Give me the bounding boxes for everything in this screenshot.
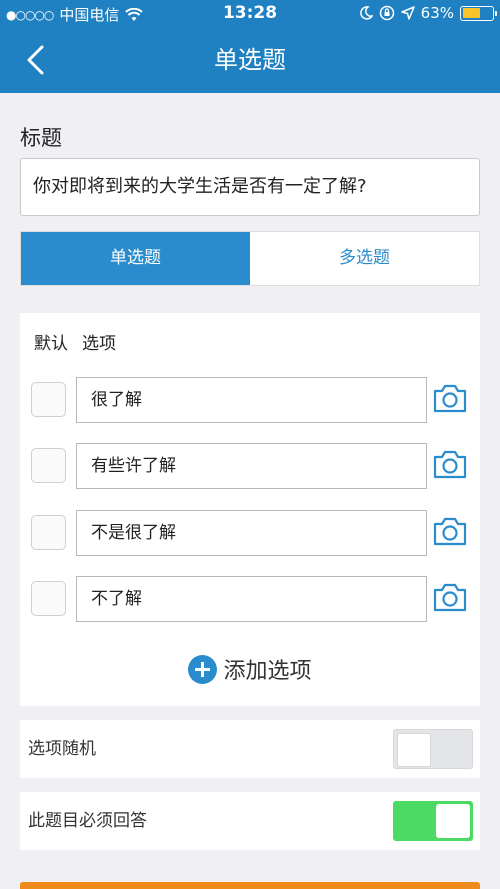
orientation-lock-icon bbox=[379, 5, 394, 21]
status-bar: ●○○○○ 中国电信 13:28 63% bbox=[0, 0, 500, 27]
options-panel: 默认 选项 很了解 有些许了解 不是很了解 不了解 添加选项 bbox=[20, 313, 480, 706]
moon-icon bbox=[359, 6, 373, 20]
default-checkbox[interactable] bbox=[31, 382, 66, 417]
battery-percent: 63% bbox=[420, 4, 454, 22]
back-chevron-icon[interactable] bbox=[18, 42, 54, 78]
battery-fill bbox=[462, 8, 481, 18]
required-answer-row: 此题目必须回答 bbox=[20, 792, 480, 850]
option-input[interactable]: 很了解 bbox=[76, 377, 427, 423]
location-arrow-icon bbox=[400, 6, 415, 20]
tab-single-choice[interactable]: 单选题 bbox=[21, 232, 250, 285]
default-checkbox[interactable] bbox=[31, 515, 66, 550]
options-header: 默认 选项 bbox=[34, 329, 116, 354]
camera-icon[interactable] bbox=[432, 382, 468, 414]
toggle-knob bbox=[397, 733, 431, 767]
option-input[interactable]: 不是很了解 bbox=[76, 510, 427, 556]
toggle-knob bbox=[436, 804, 470, 838]
option-row: 不了解 bbox=[20, 576, 480, 624]
option-input[interactable]: 有些许了解 bbox=[76, 443, 427, 489]
camera-icon[interactable] bbox=[432, 515, 468, 547]
page-title: 单选题 bbox=[214, 46, 286, 74]
question-title-input[interactable]: 你对即将到来的大学生活是否有一定了解? bbox=[20, 158, 480, 216]
default-column-label: 默认 bbox=[34, 334, 68, 354]
navigation-bar: 单选题 bbox=[0, 27, 500, 93]
battery-icon bbox=[460, 5, 497, 21]
question-type-selector: 单选题 多选题 bbox=[20, 231, 480, 286]
random-options-row: 选项随机 bbox=[20, 720, 480, 778]
required-answer-label: 此题目必须回答 bbox=[28, 811, 147, 831]
option-row: 有些许了解 bbox=[20, 443, 480, 491]
option-column-label: 选项 bbox=[82, 334, 116, 354]
tab-multiple-choice[interactable]: 多选题 bbox=[250, 232, 479, 285]
default-checkbox[interactable] bbox=[31, 448, 66, 483]
option-row: 很了解 bbox=[20, 377, 480, 425]
status-right: 63% bbox=[359, 4, 497, 22]
add-option-label: 添加选项 bbox=[223, 659, 312, 684]
camera-icon[interactable] bbox=[432, 581, 468, 613]
option-row: 不是很了解 bbox=[20, 510, 480, 558]
required-answer-toggle[interactable] bbox=[393, 801, 473, 841]
camera-icon[interactable] bbox=[432, 448, 468, 480]
default-checkbox[interactable] bbox=[31, 581, 66, 616]
plus-circle-icon bbox=[188, 654, 218, 684]
random-options-label: 选项随机 bbox=[28, 739, 96, 759]
add-option-button[interactable]: 添加选项 bbox=[20, 649, 480, 689]
random-options-toggle[interactable] bbox=[393, 729, 473, 769]
submit-button-edge[interactable] bbox=[20, 882, 480, 889]
option-input[interactable]: 不了解 bbox=[76, 576, 427, 622]
title-section-label: 标题 bbox=[20, 126, 62, 150]
